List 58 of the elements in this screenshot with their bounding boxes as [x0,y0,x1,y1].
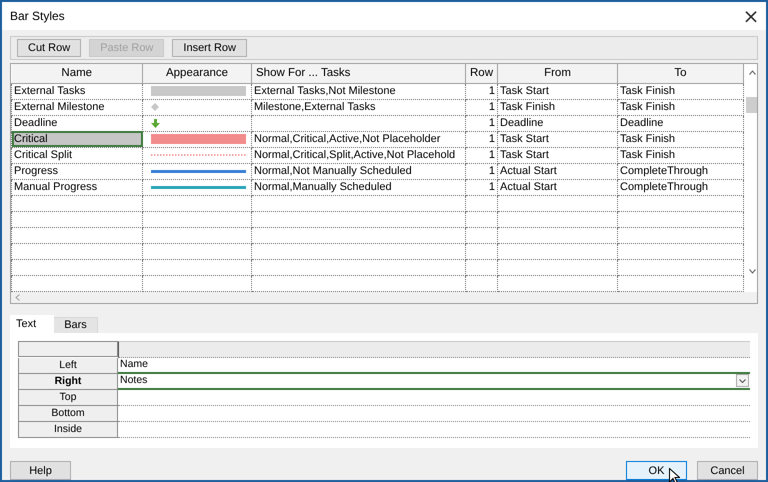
table-cell[interactable]: Notes [118,374,750,390]
table-cell: 1 [466,163,498,180]
position-label[interactable]: Left [18,358,118,374]
cell-text: Name [120,357,148,372]
mouse-pointer-icon [669,468,680,482]
position-label[interactable]: Inside [18,422,118,438]
table-cell: Actual Start [498,179,618,196]
column-header[interactable]: From [498,64,618,84]
table-cell: Milestone,External Tasks [252,99,466,116]
position-label[interactable]: Right [18,374,118,390]
column-header[interactable]: Show For ... Tasks [252,64,466,84]
chevron-down-icon [739,378,746,383]
table-cell: Task Start [498,131,618,148]
close-button[interactable]: × [736,2,766,29]
horizontal-scrollbar[interactable] [11,292,757,303]
position-label[interactable]: Bottom [18,406,118,422]
position-label[interactable]: Top [18,390,118,406]
toolbar-button[interactable]: Cut Row [17,38,82,57]
scroll-down-icon [748,268,756,274]
table-cell[interactable]: External Milestone [12,99,142,116]
toolbar-button[interactable]: Insert Row [172,38,247,57]
dialog-button[interactable]: OK [626,461,687,480]
dropdown-button[interactable] [736,374,749,388]
table-cell: Normal,Critical,Split,Active,Not Placehold [252,147,466,164]
column-header[interactable]: Appearance [142,64,252,84]
column-header[interactable]: Name [12,64,142,84]
table-cell[interactable]: Progress [12,163,142,180]
table-cell: Normal,Critical,Active,Not Placeholder [252,131,466,148]
tab[interactable]: Bars [54,316,98,333]
table-cell: External Tasks,Not Milestone [252,83,466,100]
table-cell[interactable]: Critical [12,131,142,148]
table-cell[interactable]: External Tasks [12,83,142,100]
table-cell: Task Finish [498,99,618,116]
table-cell: 1 [466,83,498,100]
table-cell[interactable]: Manual Progress [12,179,142,196]
table-cell: 1 [466,179,498,196]
table-cell: Task Start [498,147,618,164]
window-title: Bar Styles [10,8,65,23]
tab[interactable]: Text [10,314,54,333]
table-cell[interactable]: Critical Split [12,147,142,164]
cell-text: Notes [120,373,148,388]
table-cell: Deadline [498,115,618,132]
scroll-up-icon [748,70,756,75]
table-cell: Actual Start [498,163,618,180]
table-cell: Normal,Not Manually Scheduled [252,163,466,180]
table-cell: 1 [466,131,498,148]
table-cell: 1 [466,115,498,132]
scroll-thumb[interactable] [746,96,757,113]
table-cell[interactable]: Name [118,358,750,374]
scroll-left-icon [15,294,20,301]
dialog-button[interactable]: Help [10,461,71,480]
table-cell: Task Start [498,83,618,100]
table-cell: 1 [466,99,498,116]
column-header[interactable]: To [618,64,744,84]
table-cell: 1 [466,147,498,164]
column-header[interactable]: Row [466,64,498,84]
table-cell: Normal,Manually Scheduled [252,179,466,196]
dialog-button[interactable]: Cancel [697,461,758,480]
